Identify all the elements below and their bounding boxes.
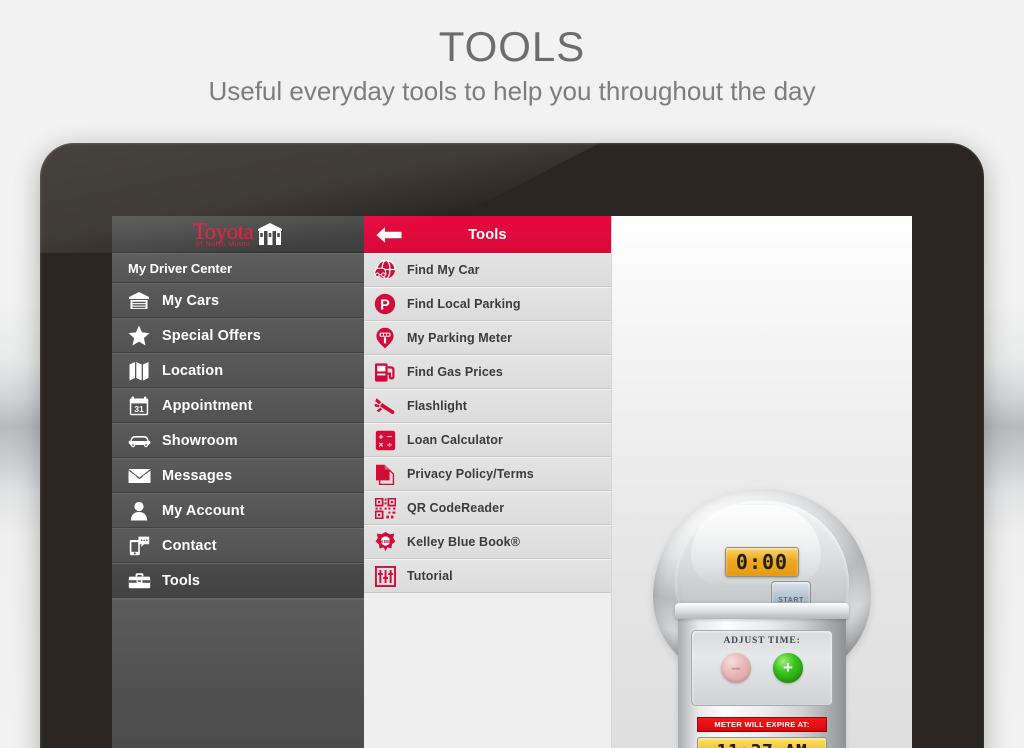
app-screen: Toyota of North Miami My Driver Center M… — [112, 216, 912, 748]
tool-row-tutorial[interactable]: Tutorial — [364, 559, 611, 593]
page-title: TOOLS — [438, 23, 586, 70]
tools-topbar: Tools — [364, 216, 611, 253]
sidebar-item-my-account[interactable]: My Account — [112, 493, 364, 528]
sidebar-item-label: Tools — [162, 572, 201, 589]
toolbox-icon — [126, 572, 152, 589]
sidebar-item-label: My Cars — [162, 292, 220, 309]
parking-p-icon: P — [372, 293, 398, 315]
tools-list: Find My Car P Find Local Parking My Park… — [364, 253, 611, 748]
meter-expire-display: 11:37 AM — [697, 737, 827, 748]
tool-row-privacy-policy-terms[interactable]: Privacy Policy/Terms — [364, 457, 611, 491]
tool-row-my-parking-meter[interactable]: My Parking Meter — [364, 321, 611, 355]
tool-row-find-local-parking[interactable]: P Find Local Parking — [364, 287, 611, 321]
svg-text:KBB: KBB — [380, 539, 391, 544]
tool-label: Kelley Blue Book® — [407, 535, 521, 549]
tools-column: Tools Find My Car P Find Local Parking M… — [364, 216, 612, 748]
sidebar-item-label: Special Offers — [162, 327, 261, 344]
parking-meter-icon — [372, 327, 398, 349]
sidebar-item-contact[interactable]: Contact — [112, 528, 364, 563]
brand-header: Toyota of North Miami — [112, 216, 364, 253]
sidebar-item-appointment[interactable]: 31 Appointment — [112, 388, 364, 423]
svg-text:÷: ÷ — [387, 439, 392, 449]
svg-text:P: P — [380, 297, 390, 313]
dealership-building-icon — [257, 222, 283, 246]
meter-adjust-panel: ADJUST TIME: – + — [691, 630, 833, 706]
headline-block: TOOLS Useful everyday tools to help you … — [0, 22, 1024, 108]
svg-text:31: 31 — [134, 403, 144, 413]
page-root: TOOLS Useful everyday tools to help you … — [0, 0, 1024, 748]
brand-logo: Toyota of North Miami — [193, 220, 254, 248]
back-arrow-icon[interactable] — [376, 225, 402, 245]
parking-meter-graphic: 0:00 START ADJUST TIME: – + METER WILL E… — [653, 489, 871, 748]
kbb-badge-icon: KBB — [372, 531, 398, 553]
sidebar-item-my-cars[interactable]: My Cars — [112, 283, 364, 318]
sidebar-item-label: Contact — [162, 537, 217, 554]
tool-row-flashlight[interactable]: Flashlight — [364, 389, 611, 423]
meter-minus-button[interactable]: – — [721, 653, 751, 683]
tools-list-empty-area — [364, 593, 611, 748]
tool-label: Loan Calculator — [407, 433, 503, 447]
garage-icon — [126, 291, 152, 310]
car-locator-icon — [372, 259, 398, 281]
tool-row-qr-code-reader[interactable]: QR CodeReader — [364, 491, 611, 525]
tutorial-icon — [372, 565, 398, 587]
sidebar-item-special-offers[interactable]: Special Offers — [112, 318, 364, 353]
svg-text:×: × — [378, 439, 383, 449]
tool-row-loan-calculator[interactable]: + − × ÷ Loan Calculator — [364, 423, 611, 457]
envelope-icon — [126, 468, 152, 484]
sidebar-header-my-driver-center[interactable]: My Driver Center — [112, 253, 364, 283]
gas-pump-icon — [372, 361, 398, 383]
tool-label: Find Gas Prices — [407, 365, 503, 379]
tool-label: My Parking Meter — [407, 331, 513, 345]
meter-time-display: 0:00 — [725, 547, 799, 577]
tool-row-kelley-blue-book[interactable]: KBB Kelley Blue Book® — [364, 525, 611, 559]
tool-label: Flashlight — [407, 399, 468, 413]
flashlight-icon — [372, 395, 398, 417]
map-icon — [126, 361, 152, 381]
calculator-icon: + − × ÷ — [372, 429, 398, 451]
sidebar-item-label: Appointment — [162, 397, 253, 414]
qr-code-icon — [372, 497, 398, 519]
sidebar-item-showroom[interactable]: Showroom — [112, 423, 364, 458]
sidebar-item-messages[interactable]: Messages — [112, 458, 364, 493]
document-icon — [372, 463, 398, 485]
tool-label: Find Local Parking — [407, 297, 521, 311]
tool-row-find-gas-prices[interactable]: Find Gas Prices — [364, 355, 611, 389]
sidebar: Toyota of North Miami My Driver Center M… — [112, 216, 364, 748]
calendar-31-icon: 31 — [126, 396, 152, 416]
meter-expire-time: 11:37 AM — [717, 741, 808, 748]
car-icon — [126, 433, 152, 448]
phone-chat-icon — [126, 536, 152, 556]
sidebar-item-label: Location — [162, 362, 224, 379]
meter-expire-banner-label: METER WILL EXPIRE AT: — [714, 720, 810, 729]
meter-expire-banner: METER WILL EXPIRE AT: — [697, 717, 827, 732]
meter-adjust-label: ADJUST TIME: — [723, 636, 801, 646]
brand-tagline: of North Miami — [195, 239, 251, 249]
tool-label: Privacy Policy/Terms — [407, 467, 534, 481]
star-icon — [126, 325, 152, 346]
sidebar-item-location[interactable]: Location — [112, 353, 364, 388]
meter-time-value: 0:00 — [735, 550, 789, 574]
page-subtitle: Useful everyday tools to help you throug… — [208, 76, 816, 106]
sidebar-empty-area — [112, 598, 364, 748]
tablet-device: Toyota of North Miami My Driver Center M… — [40, 143, 984, 748]
tool-row-find-my-car[interactable]: Find My Car — [364, 253, 611, 287]
sidebar-item-label: Showroom — [162, 432, 238, 449]
tool-label: QR CodeReader — [407, 501, 505, 515]
detail-pane: 0:00 START ADJUST TIME: – + METER WILL E… — [612, 216, 912, 748]
tool-label: Find My Car — [407, 263, 480, 277]
tool-label: Tutorial — [407, 569, 453, 583]
sidebar-item-label: Messages — [162, 467, 233, 484]
meter-cap — [675, 603, 849, 619]
meter-adjust-buttons: – + — [692, 653, 832, 683]
sidebar-item-tools[interactable]: Tools — [112, 563, 364, 598]
sidebar-item-label: My Account — [162, 502, 245, 519]
meter-plus-button[interactable]: + — [773, 653, 803, 683]
person-icon — [126, 501, 152, 521]
